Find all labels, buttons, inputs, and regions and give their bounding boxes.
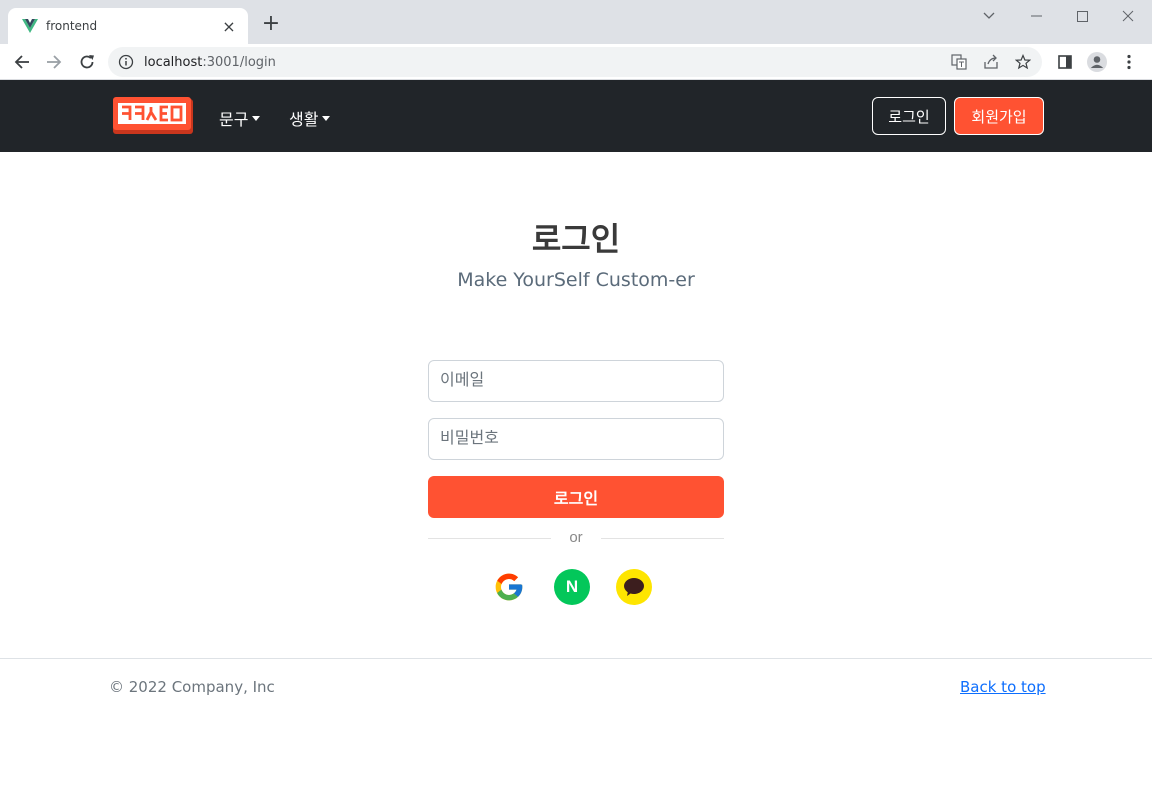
nav-menu-label: 문구 [219, 112, 249, 129]
page-title: 로그인 [531, 221, 621, 257]
google-login-button[interactable] [491, 569, 527, 605]
vue-logo-icon [22, 19, 38, 33]
nav-login-button[interactable]: 로그인 [872, 97, 946, 135]
tab-close-icon[interactable]: × [220, 17, 238, 36]
side-panel-icon[interactable] [1051, 48, 1079, 76]
caret-down-icon [252, 115, 261, 121]
divider-line [428, 538, 551, 539]
share-icon[interactable] [980, 51, 1002, 73]
maximize-icon[interactable] [1059, 4, 1105, 28]
kakao-login-button[interactable] [616, 569, 652, 605]
back-to-top-link[interactable]: Back to top [960, 678, 1046, 696]
naver-icon: N [565, 577, 579, 596]
window-close-icon[interactable] [1105, 4, 1151, 28]
caret-down-icon [322, 115, 331, 121]
divider-line [601, 538, 724, 539]
tab-search-icon[interactable] [966, 4, 1012, 28]
translate-icon[interactable] [948, 51, 970, 73]
reload-icon[interactable] [73, 48, 101, 76]
forward-arrow-icon[interactable] [40, 48, 68, 76]
site-info-icon[interactable] [118, 54, 134, 70]
browser-tab[interactable]: frontend × [8, 8, 248, 44]
profile-avatar-icon[interactable] [1083, 48, 1111, 76]
url-text: localhost:3001/login [144, 54, 276, 70]
footer-divider [0, 658, 1152, 659]
site-logo[interactable] [113, 97, 193, 134]
new-tab-button[interactable]: + [260, 12, 282, 36]
page-subtitle: Make YourSelf Custom-er [457, 269, 695, 291]
nav-menu-stationery[interactable]: 문구 [219, 106, 261, 130]
nav-signup-button[interactable]: 회원가입 [954, 97, 1044, 135]
kakao-icon [624, 578, 644, 596]
tab-title: frontend [46, 19, 98, 33]
omnibox-actions [948, 51, 1034, 73]
login-button[interactable]: 로그인 [428, 476, 724, 518]
naver-login-button[interactable]: N [554, 569, 590, 605]
bookmark-star-icon[interactable] [1012, 51, 1034, 73]
copyright-text: © 2022 Company, Inc [109, 678, 275, 696]
minimize-icon[interactable] [1013, 4, 1059, 28]
address-bar[interactable]: localhost:3001/login [108, 47, 1042, 77]
password-input[interactable] [428, 418, 724, 460]
back-arrow-icon[interactable] [8, 48, 36, 76]
divider-text: or [569, 529, 583, 546]
google-icon [495, 573, 523, 601]
nav-menu-living[interactable]: 생활 [289, 106, 331, 130]
browser-tab-bar: frontend × + [0, 0, 1152, 44]
browser-menu-icon[interactable] [1115, 48, 1143, 76]
browser-toolbar: localhost:3001/login [0, 44, 1152, 80]
email-input[interactable] [428, 360, 724, 402]
nav-menu-label: 생활 [289, 112, 319, 129]
